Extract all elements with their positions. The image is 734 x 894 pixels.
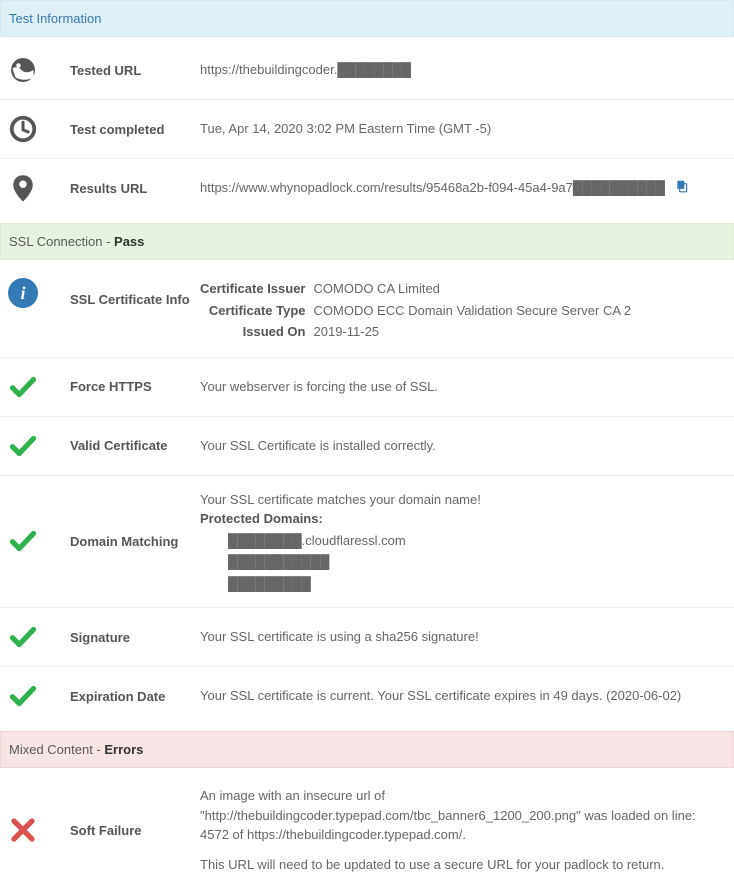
- section-status: Errors: [104, 742, 143, 757]
- value-signature: Your SSL certificate is using a sha256 s…: [200, 627, 728, 647]
- section-status: Pass: [114, 234, 144, 249]
- label-results-url: Results URL: [70, 181, 200, 196]
- row-test-completed: Test completed Tue, Apr 14, 2020 3:02 PM…: [0, 100, 734, 159]
- label-tested-url: Tested URL: [70, 63, 200, 78]
- copy-icon[interactable]: [675, 179, 689, 199]
- cross-icon: [8, 815, 38, 845]
- value-valid-cert: Your SSL Certificate is installed correc…: [200, 436, 728, 456]
- label-expiration: Expiration Date: [70, 689, 200, 704]
- label-soft-failure: Soft Failure: [70, 823, 200, 838]
- check-icon: [8, 526, 38, 556]
- check-icon: [8, 622, 38, 652]
- check-icon: [8, 681, 38, 711]
- cert-issuer: COMODO CA Limited: [314, 278, 632, 300]
- domain-match-line1: Your SSL certificate matches your domain…: [200, 490, 728, 510]
- cert-type-label: Certificate Type: [200, 300, 314, 322]
- pin-icon: [8, 173, 38, 203]
- clock-icon: [8, 114, 38, 144]
- label-domain-matching: Domain Matching: [70, 534, 200, 549]
- protected-domains-label: Protected Domains:: [200, 509, 728, 529]
- label-cert-info: SSL Certificate Info: [70, 278, 200, 307]
- label-valid-cert: Valid Certificate: [70, 438, 200, 453]
- soft-failure-line1: An image with an insecure url of "http:/…: [200, 786, 728, 845]
- row-tested-url: Tested URL https://thebuildingcoder.████…: [0, 41, 734, 100]
- value-results-url: https://www.whynopadlock.com/results/954…: [200, 180, 665, 195]
- protected-domain-1: ████████.cloudflaressl.com: [200, 531, 728, 551]
- cert-issuer-label: Certificate Issuer: [200, 278, 314, 300]
- globe-icon: [8, 55, 38, 85]
- soft-failure-line2: This URL will need to be updated to use …: [200, 855, 728, 875]
- info-icon: i: [8, 278, 38, 308]
- section-header-mixed: Mixed Content - Errors: [0, 731, 734, 768]
- row-signature: Signature Your SSL certificate is using …: [0, 608, 734, 667]
- row-cert-info: i SSL Certificate Info Certificate Issue…: [0, 264, 734, 358]
- row-expiration: Expiration Date Your SSL certificate is …: [0, 667, 734, 725]
- protected-domain-2: ███████████: [200, 552, 728, 572]
- section-header-ssl: SSL Connection - Pass: [0, 223, 734, 260]
- row-valid-cert: Valid Certificate Your SSL Certificate i…: [0, 417, 734, 476]
- section-header-test-info: Test Information: [0, 0, 734, 37]
- section-title-prefix: SSL Connection -: [9, 234, 114, 249]
- cert-issued-on: 2019-11-25: [314, 321, 632, 343]
- value-force-https: Your webserver is forcing the use of SSL…: [200, 377, 728, 397]
- cert-issued-on-label: Issued On: [200, 321, 314, 343]
- row-force-https: Force HTTPS Your webserver is forcing th…: [0, 358, 734, 417]
- section-title-prefix: Mixed Content -: [9, 742, 104, 757]
- protected-domain-3: █████████: [200, 574, 728, 594]
- cert-type: COMODO ECC Domain Validation Secure Serv…: [314, 300, 632, 322]
- value-test-completed: Tue, Apr 14, 2020 3:02 PM Eastern Time (…: [200, 119, 728, 139]
- section-title: Test Information: [9, 11, 102, 26]
- label-test-completed: Test completed: [70, 122, 200, 137]
- check-icon: [8, 431, 38, 461]
- row-domain-matching: Domain Matching Your SSL certificate mat…: [0, 476, 734, 609]
- check-icon: [8, 372, 38, 402]
- row-soft-failure: Soft Failure An image with an insecure u…: [0, 772, 734, 888]
- label-force-https: Force HTTPS: [70, 379, 200, 394]
- row-results-url: Results URL https://www.whynopadlock.com…: [0, 159, 734, 217]
- value-expiration: Your SSL certificate is current. Your SS…: [200, 686, 728, 706]
- value-tested-url: https://thebuildingcoder.████████: [200, 60, 728, 80]
- label-signature: Signature: [70, 630, 200, 645]
